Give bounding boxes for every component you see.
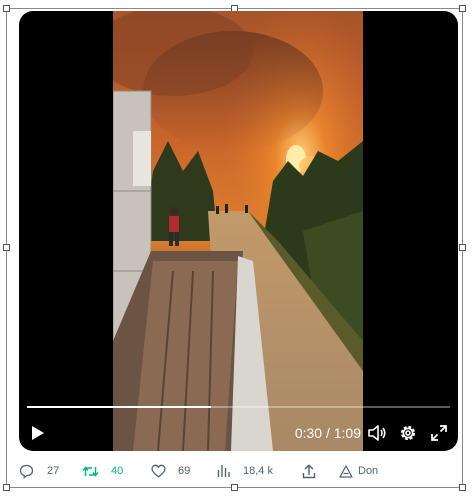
tweet-action-bar: 27 40 69 18,4 k Don xyxy=(19,460,449,482)
reply-icon xyxy=(19,464,34,479)
volume-button[interactable] xyxy=(366,422,388,444)
repost-count: 40 xyxy=(111,465,124,477)
video-progress-bar[interactable] xyxy=(27,406,450,408)
resize-handle-middle-left[interactable] xyxy=(3,244,10,251)
like-button[interactable]: 69 xyxy=(151,460,190,482)
translate-icon xyxy=(339,464,353,478)
heart-icon xyxy=(151,464,166,478)
repost-icon xyxy=(82,465,99,477)
resize-handle-bottom-left[interactable] xyxy=(3,484,10,491)
bar-chart-icon xyxy=(217,465,230,477)
fullscreen-button[interactable] xyxy=(428,422,450,444)
like-count: 69 xyxy=(178,465,191,477)
views-button[interactable]: 18,4 k xyxy=(217,460,273,482)
share-icon xyxy=(302,463,316,478)
gear-icon xyxy=(400,425,416,441)
share-button[interactable] xyxy=(302,460,316,482)
video-frame-wildfire[interactable] xyxy=(113,11,363,451)
resize-handle-bottom-right[interactable] xyxy=(459,484,466,491)
view-count: 18,4 k xyxy=(243,465,273,477)
translate-button[interactable]: Don xyxy=(339,460,378,482)
repost-button[interactable]: 40 xyxy=(82,460,123,482)
video-progress-fill xyxy=(27,406,211,408)
resize-handle-top-left[interactable] xyxy=(3,5,10,12)
reply-button[interactable]: 27 xyxy=(19,460,59,482)
volume-icon xyxy=(368,425,386,441)
resize-handle-middle-right[interactable] xyxy=(459,244,466,251)
play-button[interactable] xyxy=(27,422,49,444)
video-controls: 0:30 / 1:09 xyxy=(19,416,458,448)
settings-button[interactable] xyxy=(397,422,419,444)
resize-handle-top-right[interactable] xyxy=(459,5,466,12)
video-player[interactable]: 0:30 / 1:09 xyxy=(19,11,458,451)
play-icon xyxy=(32,426,44,440)
resize-handle-bottom-center[interactable] xyxy=(231,484,238,491)
video-time-display: 0:30 / 1:09 xyxy=(294,425,361,441)
expand-icon xyxy=(431,425,447,441)
translate-label: Don xyxy=(358,465,379,477)
reply-count: 27 xyxy=(47,465,60,477)
